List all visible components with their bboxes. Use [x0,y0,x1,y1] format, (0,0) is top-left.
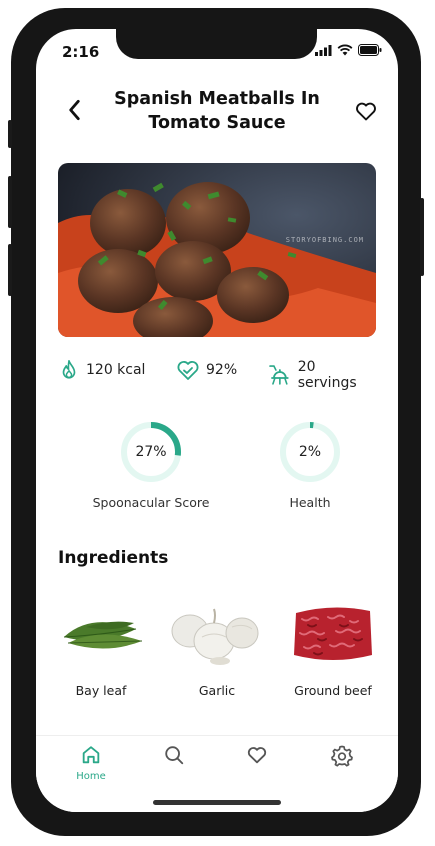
photo-watermark: STORYOFBING.COM [285,236,364,244]
chevron-left-icon[interactable] [62,97,88,123]
tab-favorites[interactable] [227,744,287,770]
serving-tray-icon [269,365,289,385]
spoonacular-score-ring: 27% [120,421,182,483]
notch [116,29,317,59]
bay-leaf-image [46,597,156,669]
recipe-header: Spanish Meatballs In Tomato Sauce [36,85,398,145]
volume-up-button [8,176,12,228]
recipe-photo: STORYOFBING.COM [58,163,376,337]
spoonacular-score: 27% Spoonacular Score [86,421,216,510]
home-icon [82,746,100,764]
health-score: 2% Health [245,421,375,510]
calories-stat: 120 kcal [58,359,145,381]
ingredient-name: Bay leaf [75,683,127,698]
spoonacular-score-label: Spoonacular Score [92,495,210,510]
tab-search[interactable] [144,744,204,770]
tab-home-label: Home [76,771,106,782]
ingredient-card[interactable]: Garlic [162,597,272,698]
recipe-title: Spanish Meatballs In Tomato Sauce [114,89,320,133]
home-indicator [153,800,281,805]
servings-value: 20 servings [297,359,357,391]
ingredient-name: Garlic [198,683,236,698]
health-score-ring: 2% [279,421,341,483]
mute-switch [8,120,12,148]
ground-beef-image [278,597,388,669]
heart-icon [247,747,267,764]
tab-settings[interactable] [312,744,372,772]
status-icons [315,44,382,56]
search-icon [165,746,184,765]
health-stat: 92% [176,359,237,381]
power-button [420,198,424,276]
health-value: 92% [206,362,238,378]
servings-stat: 20 servings [268,359,378,391]
app-screen: 2:16 Spanish Meatballs In Tomato Sauce S… [36,29,398,812]
battery-icon [358,44,382,56]
ingredients-heading: Ingredients [58,548,169,568]
signal-icon [315,44,332,56]
garlic-image [162,597,272,669]
ingredient-card[interactable]: Bay leaf [46,597,156,698]
meatballs-image [58,163,376,337]
volume-down-button [8,244,12,296]
gear-icon [331,745,353,767]
flame-icon [62,360,76,379]
health-score-label: Health [289,495,331,510]
status-time: 2:16 [62,43,100,61]
heart-outline-icon[interactable] [354,99,378,123]
heart-check-icon [177,361,199,380]
calories-value: 120 kcal [86,362,146,378]
spoonacular-score-value: 27% [135,444,167,460]
recipe-stats: 120 kcal 92% 20 servings [58,359,378,391]
wifi-icon [337,44,353,56]
health-score-value: 2% [298,444,322,460]
tab-home[interactable]: Home [61,744,121,782]
ingredient-name: Ground beef [294,683,372,698]
ingredient-card[interactable]: Ground beef [278,597,388,698]
